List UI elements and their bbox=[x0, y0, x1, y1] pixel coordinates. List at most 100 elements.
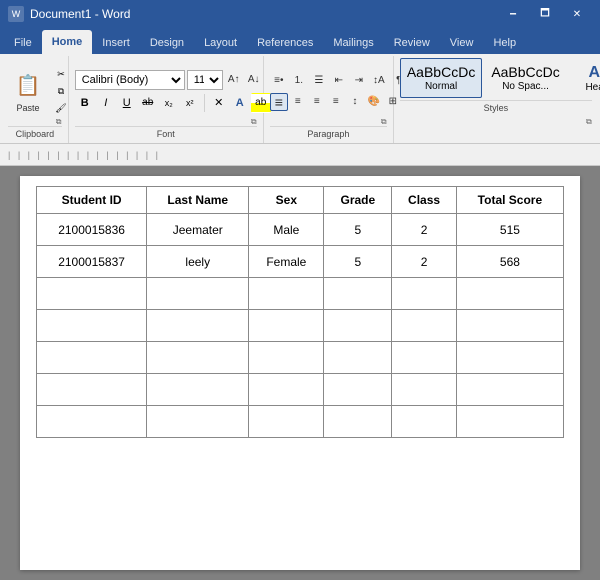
table-cell-2-0[interactable] bbox=[37, 278, 147, 310]
table-cell-1-5[interactable]: 568 bbox=[456, 246, 563, 278]
strikethrough-button[interactable]: ab bbox=[138, 93, 158, 113]
table-cell-3-3[interactable] bbox=[324, 310, 392, 342]
table-cell-6-5[interactable] bbox=[456, 406, 563, 438]
styles-group: AaBbCcDc Normal AaBbCcDc No Spac... Aa H… bbox=[394, 56, 598, 143]
table-cell-6-3[interactable] bbox=[324, 406, 392, 438]
col-header-class: Class bbox=[392, 187, 456, 214]
tab-references[interactable]: References bbox=[247, 32, 323, 54]
table-cell-2-3[interactable] bbox=[324, 278, 392, 310]
clipboard-expand[interactable]: ⧉ bbox=[56, 117, 66, 127]
tab-home[interactable]: Home bbox=[42, 30, 93, 54]
paragraph-expand[interactable]: ⧉ bbox=[381, 117, 391, 127]
line-spacing-button[interactable]: ↕ bbox=[346, 93, 364, 111]
table-cell-4-5[interactable] bbox=[456, 342, 563, 374]
table-cell-0-0[interactable]: 2100015836 bbox=[37, 214, 147, 246]
table-row[interactable] bbox=[37, 406, 564, 438]
document-area: Student ID Last Name Sex Grade Class Tot… bbox=[0, 166, 600, 580]
italic-button[interactable]: I bbox=[96, 93, 116, 113]
align-center-button[interactable]: ≡ bbox=[289, 93, 307, 111]
table-row[interactable] bbox=[37, 310, 564, 342]
table-cell-3-4[interactable] bbox=[392, 310, 456, 342]
table-cell-4-1[interactable] bbox=[147, 342, 249, 374]
minimize-button[interactable]: 🗕 bbox=[498, 0, 528, 28]
table-cell-1-4[interactable]: 2 bbox=[392, 246, 456, 278]
table-row[interactable] bbox=[37, 342, 564, 374]
table-row[interactable]: 2100015837leelyFemale52568 bbox=[37, 246, 564, 278]
table-cell-0-2[interactable]: Male bbox=[249, 214, 324, 246]
table-cell-5-0[interactable] bbox=[37, 374, 147, 406]
table-cell-5-4[interactable] bbox=[392, 374, 456, 406]
table-cell-2-5[interactable] bbox=[456, 278, 563, 310]
superscript-button[interactable]: x² bbox=[180, 93, 200, 113]
font-size-inc-button[interactable]: A↑ bbox=[225, 71, 243, 89]
table-cell-6-0[interactable] bbox=[37, 406, 147, 438]
tab-design[interactable]: Design bbox=[140, 32, 194, 54]
align-right-button[interactable]: ≡ bbox=[308, 93, 326, 111]
decrease-indent-button[interactable]: ⇤ bbox=[330, 72, 348, 90]
paste-button[interactable]: 📋 Paste bbox=[8, 65, 48, 117]
table-cell-0-4[interactable]: 2 bbox=[392, 214, 456, 246]
font-expand[interactable]: ⧉ bbox=[251, 117, 261, 127]
tab-mailings[interactable]: Mailings bbox=[323, 32, 383, 54]
table-cell-1-2[interactable]: Female bbox=[249, 246, 324, 278]
align-left-button[interactable]: ≡ bbox=[270, 93, 288, 111]
table-cell-1-3[interactable]: 5 bbox=[324, 246, 392, 278]
style-normal[interactable]: AaBbCcDc Normal bbox=[400, 58, 482, 98]
table-cell-5-2[interactable] bbox=[249, 374, 324, 406]
font-size-select[interactable]: 11 bbox=[187, 70, 223, 90]
table-cell-3-2[interactable] bbox=[249, 310, 324, 342]
table-cell-3-0[interactable] bbox=[37, 310, 147, 342]
table-cell-6-2[interactable] bbox=[249, 406, 324, 438]
shading-button[interactable]: 🎨 bbox=[365, 93, 383, 111]
tab-view[interactable]: View bbox=[440, 32, 484, 54]
table-row[interactable] bbox=[37, 374, 564, 406]
table-cell-2-1[interactable] bbox=[147, 278, 249, 310]
sort-button[interactable]: ↕A bbox=[370, 72, 388, 90]
font-size-dec-button[interactable]: A↓ bbox=[245, 71, 263, 89]
style-heading1[interactable]: Aa Hea... bbox=[569, 58, 600, 98]
numbering-button[interactable]: 1. bbox=[290, 72, 308, 90]
text-effects-button[interactable]: A bbox=[230, 93, 250, 113]
bullets-button[interactable]: ≡• bbox=[270, 72, 288, 90]
increase-indent-button[interactable]: ⇥ bbox=[350, 72, 368, 90]
table-cell-2-4[interactable] bbox=[392, 278, 456, 310]
clear-formatting-button[interactable]: ✕ bbox=[209, 93, 229, 113]
title-controls[interactable]: 🗕 🗖 ✕ bbox=[498, 0, 592, 28]
underline-button[interactable]: U bbox=[117, 93, 137, 113]
table-cell-1-1[interactable]: leely bbox=[147, 246, 249, 278]
subscript-button[interactable]: x₂ bbox=[159, 93, 179, 113]
tab-insert[interactable]: Insert bbox=[92, 32, 140, 54]
tab-review[interactable]: Review bbox=[384, 32, 440, 54]
tab-layout[interactable]: Layout bbox=[194, 32, 247, 54]
multilevel-button[interactable]: ☰ bbox=[310, 72, 328, 90]
justify-button[interactable]: ≡ bbox=[327, 93, 345, 111]
table-row[interactable]: 2100015836JeematerMale52515 bbox=[37, 214, 564, 246]
table-cell-4-0[interactable] bbox=[37, 342, 147, 374]
table-cell-6-4[interactable] bbox=[392, 406, 456, 438]
bold-button[interactable]: B bbox=[75, 93, 95, 113]
table-cell-0-5[interactable]: 515 bbox=[456, 214, 563, 246]
table-cell-0-1[interactable]: Jeemater bbox=[147, 214, 249, 246]
styles-expand[interactable]: ⧉ bbox=[586, 117, 596, 127]
table-cell-5-5[interactable] bbox=[456, 374, 563, 406]
ribbon: 📋 Paste ✂ ⧉ 🖌 Clipboard ⧉ Calibri (Body)… bbox=[0, 54, 600, 144]
table-cell-2-2[interactable] bbox=[249, 278, 324, 310]
style-nospace[interactable]: AaBbCcDc No Spac... bbox=[484, 58, 566, 98]
close-button[interactable]: ✕ bbox=[562, 0, 592, 28]
tab-help[interactable]: Help bbox=[483, 32, 526, 54]
table-cell-0-3[interactable]: 5 bbox=[324, 214, 392, 246]
table-cell-3-5[interactable] bbox=[456, 310, 563, 342]
table-cell-4-3[interactable] bbox=[324, 342, 392, 374]
table-cell-4-2[interactable] bbox=[249, 342, 324, 374]
table-row[interactable] bbox=[37, 278, 564, 310]
style-normal-preview: AaBbCcDc bbox=[407, 64, 475, 81]
table-cell-1-0[interactable]: 2100015837 bbox=[37, 246, 147, 278]
table-cell-5-3[interactable] bbox=[324, 374, 392, 406]
font-name-select[interactable]: Calibri (Body) bbox=[75, 70, 185, 90]
table-cell-5-1[interactable] bbox=[147, 374, 249, 406]
table-cell-3-1[interactable] bbox=[147, 310, 249, 342]
table-cell-6-1[interactable] bbox=[147, 406, 249, 438]
table-cell-4-4[interactable] bbox=[392, 342, 456, 374]
tab-file[interactable]: File bbox=[4, 32, 42, 54]
maximize-button[interactable]: 🗖 bbox=[530, 0, 560, 28]
